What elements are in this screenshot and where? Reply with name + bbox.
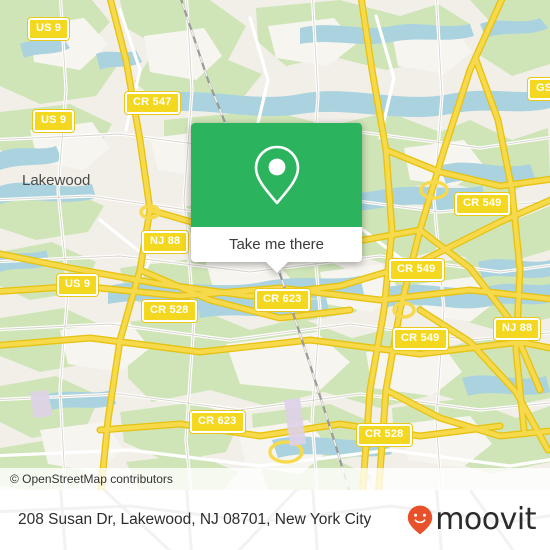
popup-pointer-tail — [265, 262, 288, 273]
road-shield-cr623-b[interactable]: CR 623 — [190, 411, 245, 433]
road-shield-cr528-b[interactable]: CR 528 — [357, 424, 412, 446]
moovit-pin-icon — [407, 505, 433, 535]
road-shield-cr528-a[interactable]: CR 528 — [142, 300, 197, 322]
take-me-there-label: Take me there — [228, 236, 325, 253]
footer-bar: 208 Susan Dr, Lakewood, NJ 08701, New Yo… — [0, 490, 550, 550]
road-shield-nj88-b[interactable]: NJ 88 — [494, 318, 541, 340]
map-screen: Lakewood US 9 CR 547 US 9 GSP CR 549 NJ … — [0, 0, 550, 550]
map-pin-icon — [254, 145, 299, 205]
road-shield-gsp[interactable]: GSP — [528, 78, 550, 100]
road-shield-cr623-a[interactable]: CR 623 — [255, 289, 310, 311]
popup-header — [191, 123, 362, 227]
road-shield-cr549-c[interactable]: CR 549 — [393, 328, 448, 350]
road-shield-cr547[interactable]: CR 547 — [125, 92, 180, 114]
location-popup-card[interactable]: Take me there — [191, 123, 362, 273]
road-shield-us9-a[interactable]: US 9 — [28, 18, 70, 40]
road-shield-us9-c[interactable]: US 9 — [57, 274, 99, 296]
moovit-wordmark: moovit — [435, 502, 536, 537]
place-label-lakewood: Lakewood — [22, 172, 91, 189]
road-shield-nj88-a[interactable]: NJ 88 — [142, 231, 189, 253]
take-me-there-button[interactable]: Take me there — [191, 227, 362, 262]
road-shield-us9-b[interactable]: US 9 — [33, 110, 75, 132]
moovit-brand[interactable]: moovit — [407, 505, 536, 535]
map-attribution: © OpenStreetMap contributors — [0, 468, 550, 490]
address-text: 208 Susan Dr, Lakewood, NJ 08701, New Yo… — [18, 511, 372, 528]
road-shield-cr549-b[interactable]: CR 549 — [389, 259, 444, 281]
attribution-text: © OpenStreetMap contributors — [10, 472, 173, 486]
road-shield-cr549-a[interactable]: CR 549 — [455, 193, 510, 215]
